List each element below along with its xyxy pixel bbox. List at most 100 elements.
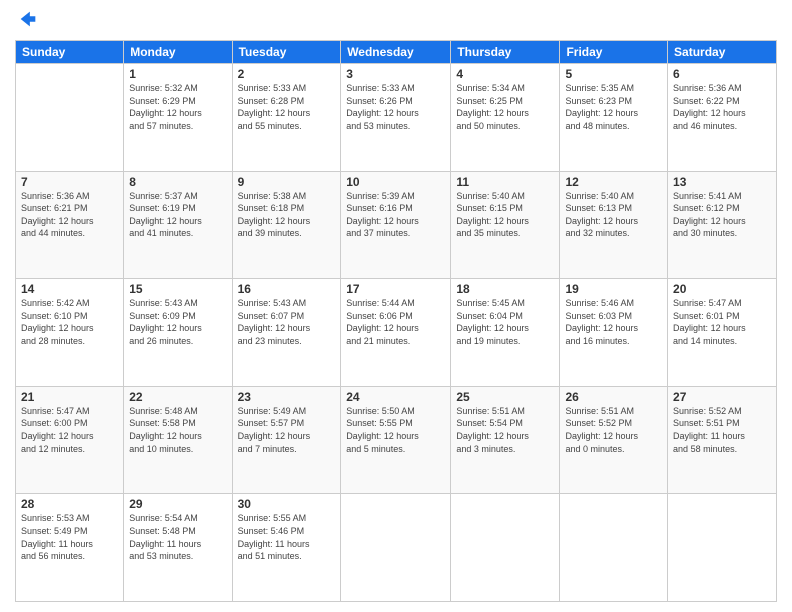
week-row-1: 7Sunrise: 5:36 AM Sunset: 6:21 PM Daylig… [16, 171, 777, 279]
cell-content-15: Sunrise: 5:43 AM Sunset: 6:09 PM Dayligh… [129, 297, 226, 347]
cell-week4-day2: 30Sunrise: 5:55 AM Sunset: 5:46 PM Dayli… [232, 494, 341, 602]
day-number-23: 23 [238, 390, 336, 404]
cell-content-27: Sunrise: 5:52 AM Sunset: 5:51 PM Dayligh… [673, 405, 771, 455]
day-number-20: 20 [673, 282, 771, 296]
week-row-2: 14Sunrise: 5:42 AM Sunset: 6:10 PM Dayli… [16, 279, 777, 387]
cell-week2-day4: 18Sunrise: 5:45 AM Sunset: 6:04 PM Dayli… [451, 279, 560, 387]
day-number-1: 1 [129, 67, 226, 81]
day-number-8: 8 [129, 175, 226, 189]
cell-week0-day3: 3Sunrise: 5:33 AM Sunset: 6:26 PM Daylig… [341, 64, 451, 172]
cell-week2-day1: 15Sunrise: 5:43 AM Sunset: 6:09 PM Dayli… [124, 279, 232, 387]
header-monday: Monday [124, 41, 232, 64]
logo [15, 10, 39, 32]
day-number-10: 10 [346, 175, 445, 189]
cell-week3-day6: 27Sunrise: 5:52 AM Sunset: 5:51 PM Dayli… [668, 386, 777, 494]
header-tuesday: Tuesday [232, 41, 341, 64]
cell-content-8: Sunrise: 5:37 AM Sunset: 6:19 PM Dayligh… [129, 190, 226, 240]
day-number-7: 7 [21, 175, 118, 189]
day-number-22: 22 [129, 390, 226, 404]
cell-content-23: Sunrise: 5:49 AM Sunset: 5:57 PM Dayligh… [238, 405, 336, 455]
cell-content-30: Sunrise: 5:55 AM Sunset: 5:46 PM Dayligh… [238, 512, 336, 562]
cell-content-3: Sunrise: 5:33 AM Sunset: 6:26 PM Dayligh… [346, 82, 445, 132]
day-number-30: 30 [238, 497, 336, 511]
cell-week2-day0: 14Sunrise: 5:42 AM Sunset: 6:10 PM Dayli… [16, 279, 124, 387]
day-number-2: 2 [238, 67, 336, 81]
cell-content-7: Sunrise: 5:36 AM Sunset: 6:21 PM Dayligh… [21, 190, 118, 240]
cell-content-14: Sunrise: 5:42 AM Sunset: 6:10 PM Dayligh… [21, 297, 118, 347]
header-friday: Friday [560, 41, 668, 64]
day-number-25: 25 [456, 390, 554, 404]
cell-week2-day5: 19Sunrise: 5:46 AM Sunset: 6:03 PM Dayli… [560, 279, 668, 387]
day-number-5: 5 [565, 67, 662, 81]
day-number-13: 13 [673, 175, 771, 189]
cell-week3-day2: 23Sunrise: 5:49 AM Sunset: 5:57 PM Dayli… [232, 386, 341, 494]
cell-content-20: Sunrise: 5:47 AM Sunset: 6:01 PM Dayligh… [673, 297, 771, 347]
cell-content-13: Sunrise: 5:41 AM Sunset: 6:12 PM Dayligh… [673, 190, 771, 240]
header-saturday: Saturday [668, 41, 777, 64]
cell-week3-day5: 26Sunrise: 5:51 AM Sunset: 5:52 PM Dayli… [560, 386, 668, 494]
day-number-3: 3 [346, 67, 445, 81]
cell-week2-day3: 17Sunrise: 5:44 AM Sunset: 6:06 PM Dayli… [341, 279, 451, 387]
day-number-21: 21 [21, 390, 118, 404]
cell-week0-day2: 2Sunrise: 5:33 AM Sunset: 6:28 PM Daylig… [232, 64, 341, 172]
cell-content-10: Sunrise: 5:39 AM Sunset: 6:16 PM Dayligh… [346, 190, 445, 240]
cell-content-1: Sunrise: 5:32 AM Sunset: 6:29 PM Dayligh… [129, 82, 226, 132]
cell-content-17: Sunrise: 5:44 AM Sunset: 6:06 PM Dayligh… [346, 297, 445, 347]
weekday-header-row: Sunday Monday Tuesday Wednesday Thursday… [16, 41, 777, 64]
cell-content-12: Sunrise: 5:40 AM Sunset: 6:13 PM Dayligh… [565, 190, 662, 240]
day-number-29: 29 [129, 497, 226, 511]
cell-week0-day1: 1Sunrise: 5:32 AM Sunset: 6:29 PM Daylig… [124, 64, 232, 172]
cell-week4-day5 [560, 494, 668, 602]
cell-week1-day6: 13Sunrise: 5:41 AM Sunset: 6:12 PM Dayli… [668, 171, 777, 279]
header [15, 10, 777, 32]
header-wednesday: Wednesday [341, 41, 451, 64]
cell-week0-day0 [16, 64, 124, 172]
day-number-18: 18 [456, 282, 554, 296]
cell-content-11: Sunrise: 5:40 AM Sunset: 6:15 PM Dayligh… [456, 190, 554, 240]
cell-content-18: Sunrise: 5:45 AM Sunset: 6:04 PM Dayligh… [456, 297, 554, 347]
cell-week3-day3: 24Sunrise: 5:50 AM Sunset: 5:55 PM Dayli… [341, 386, 451, 494]
cell-content-16: Sunrise: 5:43 AM Sunset: 6:07 PM Dayligh… [238, 297, 336, 347]
cell-week1-day0: 7Sunrise: 5:36 AM Sunset: 6:21 PM Daylig… [16, 171, 124, 279]
cell-content-26: Sunrise: 5:51 AM Sunset: 5:52 PM Dayligh… [565, 405, 662, 455]
cell-week3-day0: 21Sunrise: 5:47 AM Sunset: 6:00 PM Dayli… [16, 386, 124, 494]
day-number-15: 15 [129, 282, 226, 296]
day-number-12: 12 [565, 175, 662, 189]
cell-content-5: Sunrise: 5:35 AM Sunset: 6:23 PM Dayligh… [565, 82, 662, 132]
day-number-26: 26 [565, 390, 662, 404]
cell-week4-day3 [341, 494, 451, 602]
cell-week0-day5: 5Sunrise: 5:35 AM Sunset: 6:23 PM Daylig… [560, 64, 668, 172]
week-row-3: 21Sunrise: 5:47 AM Sunset: 6:00 PM Dayli… [16, 386, 777, 494]
day-number-14: 14 [21, 282, 118, 296]
day-number-11: 11 [456, 175, 554, 189]
cell-week1-day4: 11Sunrise: 5:40 AM Sunset: 6:15 PM Dayli… [451, 171, 560, 279]
header-thursday: Thursday [451, 41, 560, 64]
week-row-4: 28Sunrise: 5:53 AM Sunset: 5:49 PM Dayli… [16, 494, 777, 602]
cell-week1-day5: 12Sunrise: 5:40 AM Sunset: 6:13 PM Dayli… [560, 171, 668, 279]
cell-week4-day1: 29Sunrise: 5:54 AM Sunset: 5:48 PM Dayli… [124, 494, 232, 602]
cell-week0-day4: 4Sunrise: 5:34 AM Sunset: 6:25 PM Daylig… [451, 64, 560, 172]
cell-content-29: Sunrise: 5:54 AM Sunset: 5:48 PM Dayligh… [129, 512, 226, 562]
day-number-28: 28 [21, 497, 118, 511]
cell-content-24: Sunrise: 5:50 AM Sunset: 5:55 PM Dayligh… [346, 405, 445, 455]
day-number-24: 24 [346, 390, 445, 404]
cell-content-19: Sunrise: 5:46 AM Sunset: 6:03 PM Dayligh… [565, 297, 662, 347]
cell-content-21: Sunrise: 5:47 AM Sunset: 6:00 PM Dayligh… [21, 405, 118, 455]
cell-week0-day6: 6Sunrise: 5:36 AM Sunset: 6:22 PM Daylig… [668, 64, 777, 172]
day-number-4: 4 [456, 67, 554, 81]
week-row-0: 1Sunrise: 5:32 AM Sunset: 6:29 PM Daylig… [16, 64, 777, 172]
page: Sunday Monday Tuesday Wednesday Thursday… [0, 0, 792, 612]
cell-week4-day0: 28Sunrise: 5:53 AM Sunset: 5:49 PM Dayli… [16, 494, 124, 602]
cell-content-6: Sunrise: 5:36 AM Sunset: 6:22 PM Dayligh… [673, 82, 771, 132]
cell-week1-day3: 10Sunrise: 5:39 AM Sunset: 6:16 PM Dayli… [341, 171, 451, 279]
cell-week4-day4 [451, 494, 560, 602]
day-number-19: 19 [565, 282, 662, 296]
day-number-17: 17 [346, 282, 445, 296]
day-number-16: 16 [238, 282, 336, 296]
cell-week4-day6 [668, 494, 777, 602]
day-number-27: 27 [673, 390, 771, 404]
cell-content-9: Sunrise: 5:38 AM Sunset: 6:18 PM Dayligh… [238, 190, 336, 240]
day-number-9: 9 [238, 175, 336, 189]
day-number-6: 6 [673, 67, 771, 81]
cell-week3-day4: 25Sunrise: 5:51 AM Sunset: 5:54 PM Dayli… [451, 386, 560, 494]
